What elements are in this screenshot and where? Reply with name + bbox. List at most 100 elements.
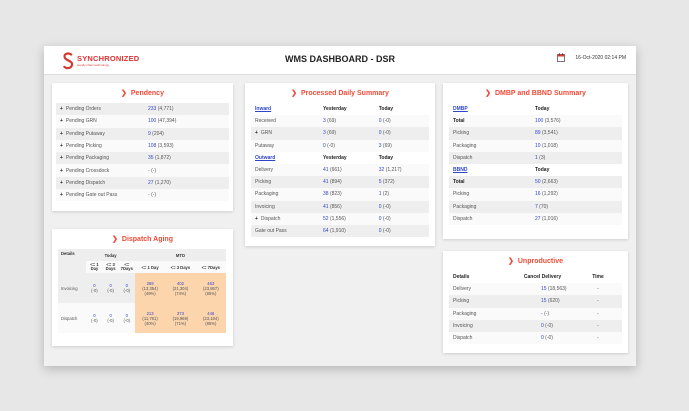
- count-value[interactable]: 0: [379, 130, 382, 136]
- yesterday-value[interactable]: 41 (856): [319, 200, 375, 213]
- pendency-row[interactable]: + Pending GRN 100 (47,394): [56, 115, 229, 128]
- processed-label[interactable]: + GRN: [251, 127, 319, 140]
- cancel-delivery-value[interactable]: - (-): [511, 307, 574, 320]
- processed-label[interactable]: + Dispatch: [251, 212, 319, 225]
- pendency-label[interactable]: + Pending Packaging: [56, 152, 144, 165]
- pendency-row[interactable]: + Pending Picking 108 (3,593): [56, 139, 229, 153]
- pendency-value[interactable]: 35 (1,872): [144, 152, 229, 165]
- yesterday-value[interactable]: 64 (1,910): [319, 224, 375, 238]
- count-value[interactable]: 0: [541, 323, 544, 329]
- pendency-row[interactable]: + Pending Orders 233 (4,771): [56, 103, 229, 116]
- pendency-row[interactable]: + Pending Gate out Pass - (-): [56, 189, 229, 202]
- count-value[interactable]: 41: [323, 167, 329, 173]
- count-value[interactable]: 3: [323, 118, 326, 124]
- pendency-row[interactable]: + Pending Putaway 9 (204): [56, 127, 229, 140]
- yesterday-value[interactable]: 52 (1,556): [319, 212, 375, 225]
- pendency-label[interactable]: + Pending Picking: [56, 139, 144, 153]
- aging-today-value[interactable]: 0 (-0): [86, 273, 103, 304]
- count-value[interactable]: 7: [535, 204, 538, 210]
- bbnd-header-label[interactable]: BBND: [449, 163, 531, 177]
- count-value[interactable]: 52: [323, 216, 329, 222]
- count-value[interactable]: 0: [379, 216, 382, 222]
- dmbp-row-value[interactable]: 16 (1,292): [531, 188, 622, 201]
- pendency-value[interactable]: 9 (204): [144, 127, 229, 140]
- count-value[interactable]: 41: [323, 179, 329, 185]
- aging-mtd-value[interactable]: 373 (19,969) (71%): [165, 303, 196, 334]
- dmbp-row-value[interactable]: 10 (1,018): [531, 139, 622, 152]
- cancel-delivery-value[interactable]: 15 (18,563): [511, 283, 574, 296]
- count-value[interactable]: 100: [148, 118, 156, 124]
- pendency-row[interactable]: + Pending Dispatch 27 (1,270): [56, 176, 229, 190]
- pendency-label[interactable]: + Pending Gate out Pass: [56, 189, 144, 202]
- outward-header-label[interactable]: Outward: [251, 151, 319, 164]
- expand-plus-icon[interactable]: +: [60, 143, 63, 149]
- unproductive-header[interactable]: ❯ Unproductive: [443, 251, 628, 271]
- count-value[interactable]: 50: [535, 179, 541, 185]
- today-value[interactable]: 1 (2): [374, 188, 429, 201]
- dmbp-row-value[interactable]: 7 (70): [531, 200, 622, 213]
- count-value[interactable]: 0: [379, 228, 382, 234]
- calendar-icon[interactable]: [557, 53, 565, 62]
- pendency-value[interactable]: 233 (4,771): [144, 103, 229, 116]
- today-value[interactable]: 0 (-0): [374, 127, 429, 140]
- aging-today-value[interactable]: 0 (-0): [102, 303, 119, 334]
- count-value[interactable]: -: [148, 168, 150, 174]
- dmbp-row-value[interactable]: 1 (3): [531, 151, 622, 164]
- count-value[interactable]: 233: [148, 106, 156, 112]
- pendency-label[interactable]: + Pending Dispatch: [56, 176, 144, 190]
- count-value[interactable]: 108: [148, 143, 156, 149]
- aging-today-value[interactable]: 0 (-0): [118, 273, 135, 304]
- yesterday-value[interactable]: 38 (823): [319, 188, 375, 201]
- pendency-value[interactable]: 108 (3,593): [144, 139, 229, 153]
- count-value[interactable]: 38: [323, 191, 329, 197]
- aging-mtd-value[interactable]: 402 (21,304) (74%): [165, 273, 196, 304]
- count-value[interactable]: 0: [541, 335, 544, 341]
- count-value[interactable]: 15: [541, 286, 547, 292]
- expand-plus-icon[interactable]: +: [60, 155, 63, 161]
- pendency-header[interactable]: ❯ Pendency: [52, 83, 233, 103]
- today-value[interactable]: 5 (372): [374, 176, 429, 189]
- dmbp-row-value[interactable]: 27 (1,016): [531, 212, 622, 225]
- dmbp-row-value[interactable]: 50 (2,663): [531, 176, 622, 189]
- count-value[interactable]: -: [541, 311, 543, 317]
- dispatch-aging-header[interactable]: ❯ Dispatch Aging: [52, 229, 233, 249]
- inward-header-label[interactable]: Inward: [251, 103, 319, 116]
- aging-today-value[interactable]: 0 (-0): [86, 303, 103, 334]
- pendency-value[interactable]: 27 (1,270): [144, 176, 229, 190]
- count-value[interactable]: -: [148, 192, 150, 198]
- aging-today-value[interactable]: 0 (-0): [118, 303, 135, 334]
- count-value[interactable]: 32: [379, 167, 385, 173]
- expand-plus-icon[interactable]: +: [60, 192, 63, 198]
- count-value[interactable]: 15: [541, 298, 547, 304]
- expand-plus-icon[interactable]: +: [60, 168, 63, 174]
- aging-mtd-value[interactable]: 463 (23,867) (85%): [195, 273, 226, 304]
- today-value[interactable]: 3 (69): [374, 139, 429, 152]
- processed-summary-header[interactable]: ❯ Processed Daily Summary: [245, 83, 435, 103]
- pendency-label[interactable]: + Pending Putaway: [56, 127, 144, 140]
- pendency-value[interactable]: - (-): [144, 189, 229, 202]
- aging-mtd-value[interactable]: 213 (11,781) (40%): [134, 303, 166, 334]
- expand-plus-icon[interactable]: +: [60, 118, 63, 124]
- cancel-delivery-value[interactable]: 0 (-0): [511, 331, 574, 345]
- count-value[interactable]: 3: [323, 130, 326, 136]
- aging-mtd-value[interactable]: 269 (13,354) (49%): [134, 273, 166, 304]
- yesterday-value[interactable]: 3 (69): [319, 115, 375, 128]
- count-value[interactable]: 27: [535, 216, 541, 222]
- yesterday-value[interactable]: 0 (-0): [319, 139, 375, 152]
- count-value[interactable]: 0: [323, 143, 326, 149]
- count-value[interactable]: 3: [379, 143, 382, 149]
- expand-plus-icon[interactable]: +: [255, 130, 258, 136]
- aging-today-value[interactable]: 0 (-0): [102, 273, 119, 304]
- today-value[interactable]: 0 (-0): [374, 212, 429, 225]
- pendency-label[interactable]: + Pending GRN: [56, 115, 144, 128]
- expand-plus-icon[interactable]: +: [60, 180, 63, 186]
- count-value[interactable]: 9: [148, 131, 151, 137]
- pendency-label[interactable]: + Pending Orders: [56, 103, 144, 116]
- expand-plus-icon[interactable]: +: [60, 131, 63, 137]
- pendency-value[interactable]: - (-): [144, 164, 229, 177]
- today-value[interactable]: 32 (1,217): [374, 163, 429, 177]
- pendency-value[interactable]: 100 (47,394): [144, 115, 229, 128]
- count-value[interactable]: 89: [535, 130, 541, 136]
- cancel-delivery-value[interactable]: 0 (-0): [511, 319, 574, 332]
- count-value[interactable]: 1: [535, 155, 538, 161]
